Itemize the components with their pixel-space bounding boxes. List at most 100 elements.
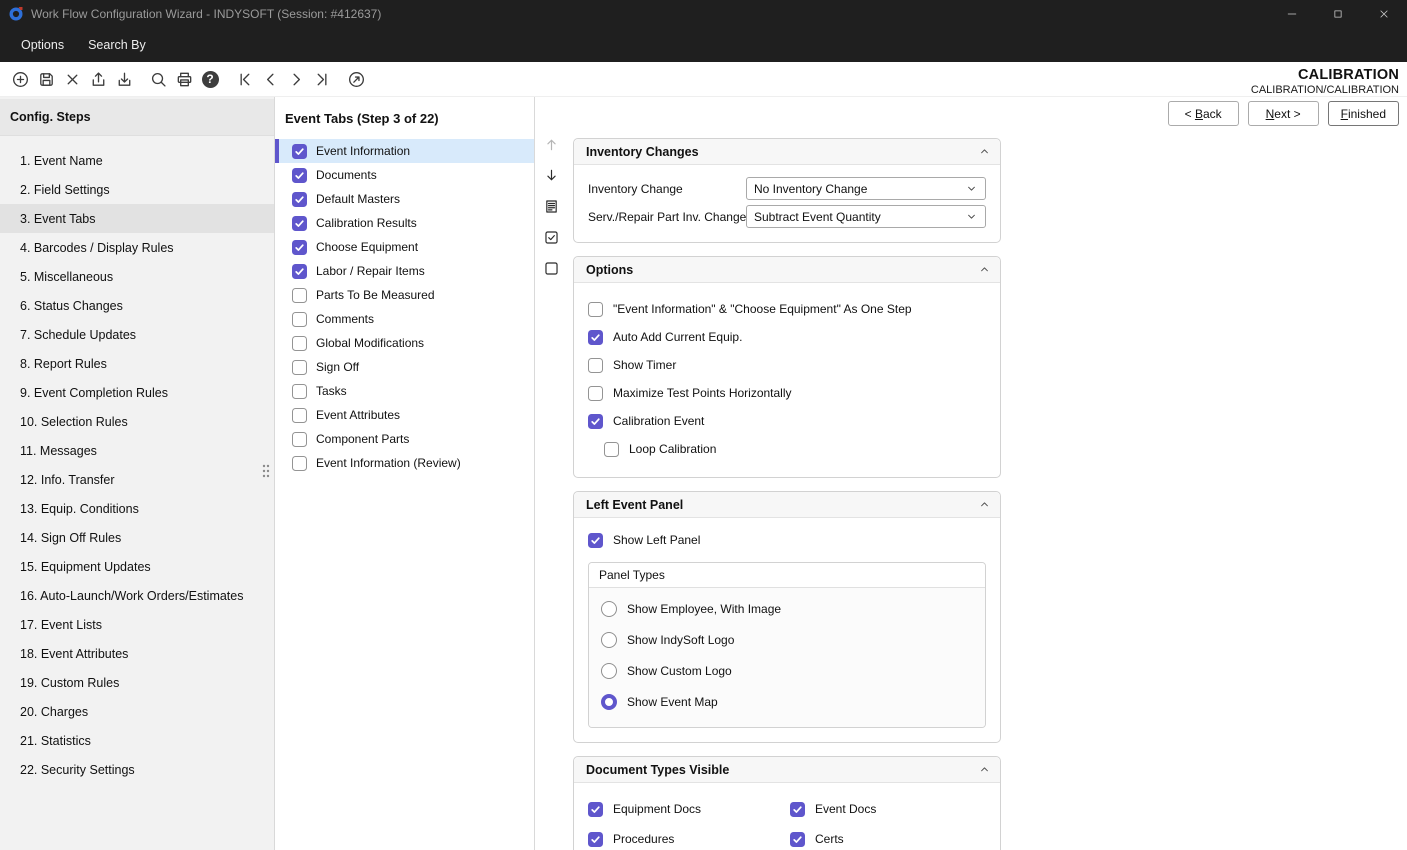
doc-type-row[interactable]: Certs xyxy=(790,825,986,850)
delete-icon[interactable] xyxy=(59,66,85,92)
doc-type-row[interactable]: Procedures xyxy=(588,825,790,850)
event-tab-row[interactable]: Parts To Be Measured xyxy=(275,283,534,307)
menu-item-search-by[interactable]: Search By xyxy=(77,32,157,58)
doc-type-row[interactable]: Event Docs xyxy=(790,795,986,823)
nav-last-icon[interactable] xyxy=(309,66,335,92)
event-tab-row[interactable]: Labor / Repair Items xyxy=(275,259,534,283)
add-icon[interactable] xyxy=(7,66,33,92)
config-step[interactable]: 6. Status Changes xyxy=(0,291,274,320)
checkbox[interactable] xyxy=(292,192,307,207)
config-step[interactable]: 15. Equipment Updates xyxy=(0,552,274,581)
event-tab-row[interactable]: Event Information (Review) xyxy=(275,451,534,475)
radio-button[interactable] xyxy=(601,601,617,617)
print-icon[interactable] xyxy=(171,66,197,92)
event-tab-row[interactable]: Event Attributes xyxy=(275,403,534,427)
config-step[interactable]: 12. Info. Transfer xyxy=(0,465,274,494)
splitter-handle[interactable] xyxy=(262,463,270,479)
doc-type-row[interactable]: Equipment Docs xyxy=(588,795,790,823)
checkbox[interactable] xyxy=(790,802,805,817)
checkbox[interactable] xyxy=(790,832,805,847)
config-step[interactable]: 4. Barcodes / Display Rules xyxy=(0,233,274,262)
config-step[interactable]: 1. Event Name xyxy=(0,146,274,175)
checkbox[interactable] xyxy=(292,168,307,183)
checkbox[interactable] xyxy=(292,360,307,375)
config-step[interactable]: 19. Custom Rules xyxy=(0,668,274,697)
nav-first-icon[interactable] xyxy=(231,66,257,92)
event-tab-row[interactable]: Tasks xyxy=(275,379,534,403)
config-step[interactable]: 22. Security Settings xyxy=(0,755,274,784)
next-button[interactable]: Next > xyxy=(1248,101,1319,126)
event-tab-row[interactable]: Choose Equipment xyxy=(275,235,534,259)
checkbox[interactable] xyxy=(292,432,307,447)
nav-prev-icon[interactable] xyxy=(257,66,283,92)
checkbox[interactable] xyxy=(292,408,307,423)
checkbox[interactable] xyxy=(292,216,307,231)
checkbox[interactable] xyxy=(292,312,307,327)
event-tab-row[interactable]: Global Modifications xyxy=(275,331,534,355)
serv-repair-part-inv-change-select[interactable]: Subtract Event Quantity xyxy=(746,205,986,228)
checkbox[interactable] xyxy=(588,302,603,317)
config-step[interactable]: 16. Auto-Launch/Work Orders/Estimates xyxy=(0,581,274,610)
config-step[interactable]: 9. Event Completion Rules xyxy=(0,378,274,407)
search-icon[interactable] xyxy=(145,66,171,92)
option-row[interactable]: Show Timer xyxy=(588,351,986,379)
move-down-icon[interactable] xyxy=(541,164,563,186)
checkbox[interactable] xyxy=(588,358,603,373)
minimize-button[interactable] xyxy=(1269,0,1315,28)
finished-button[interactable]: Finished xyxy=(1328,101,1399,126)
move-up-icon[interactable] xyxy=(541,133,563,155)
close-button[interactable] xyxy=(1361,0,1407,28)
check-all-icon[interactable] xyxy=(541,226,563,248)
checkbox[interactable] xyxy=(292,384,307,399)
back-button[interactable]: < Back xyxy=(1168,101,1239,126)
import-icon[interactable] xyxy=(111,66,137,92)
panel-type-option[interactable]: Show Event Map xyxy=(601,686,973,717)
config-step[interactable]: 18. Event Attributes xyxy=(0,639,274,668)
option-row[interactable]: Calibration Event xyxy=(588,407,986,435)
section-header-inventory-changes[interactable]: Inventory Changes xyxy=(574,139,1000,165)
config-step[interactable]: 13. Equip. Conditions xyxy=(0,494,274,523)
config-step[interactable]: 21. Statistics xyxy=(0,726,274,755)
event-tab-row[interactable]: Sign Off xyxy=(275,355,534,379)
section-header-options[interactable]: Options xyxy=(574,257,1000,283)
section-header-left-event-panel[interactable]: Left Event Panel xyxy=(574,492,1000,518)
checkbox[interactable] xyxy=(588,832,603,847)
option-row[interactable]: "Event Information" & "Choose Equipment"… xyxy=(588,295,986,323)
config-step[interactable]: 11. Messages xyxy=(0,436,274,465)
config-step[interactable]: 3. Event Tabs xyxy=(0,204,274,233)
menu-item-options[interactable]: Options xyxy=(10,32,75,58)
radio-button[interactable] xyxy=(601,663,617,679)
checkbox[interactable] xyxy=(292,240,307,255)
config-step[interactable]: 10. Selection Rules xyxy=(0,407,274,436)
event-tab-row[interactable]: Default Masters xyxy=(275,187,534,211)
inventory-change-select[interactable]: No Inventory Change xyxy=(746,177,986,200)
export-icon[interactable] xyxy=(85,66,111,92)
panel-type-option[interactable]: Show IndySoft Logo xyxy=(601,624,973,655)
radio-button[interactable] xyxy=(601,632,617,648)
checkbox[interactable] xyxy=(292,288,307,303)
show-left-panel-row[interactable]: Show Left Panel xyxy=(588,526,986,554)
config-step[interactable]: 7. Schedule Updates xyxy=(0,320,274,349)
section-header-document-types-visible[interactable]: Document Types Visible xyxy=(574,757,1000,783)
event-tab-row[interactable]: Comments xyxy=(275,307,534,331)
details-icon[interactable] xyxy=(541,195,563,217)
config-step[interactable]: 8. Report Rules xyxy=(0,349,274,378)
option-row[interactable]: Auto Add Current Equip. xyxy=(588,323,986,351)
radio-button[interactable] xyxy=(601,694,617,710)
checkbox[interactable] xyxy=(292,336,307,351)
collapse-icon[interactable] xyxy=(975,142,994,161)
panel-type-option[interactable]: Show Custom Logo xyxy=(601,655,973,686)
config-step[interactable]: 14. Sign Off Rules xyxy=(0,523,274,552)
checkbox[interactable] xyxy=(292,456,307,471)
help-icon[interactable]: ? xyxy=(197,66,223,92)
event-tab-row[interactable]: Documents xyxy=(275,163,534,187)
launch-icon[interactable] xyxy=(343,66,369,92)
checkbox[interactable] xyxy=(292,144,307,159)
checkbox[interactable] xyxy=(588,802,603,817)
option-row[interactable]: Maximize Test Points Horizontally xyxy=(588,379,986,407)
checkbox[interactable] xyxy=(588,414,603,429)
collapse-icon[interactable] xyxy=(975,260,994,279)
checkbox[interactable] xyxy=(292,264,307,279)
checkbox[interactable] xyxy=(588,330,603,345)
checkbox[interactable] xyxy=(588,386,603,401)
